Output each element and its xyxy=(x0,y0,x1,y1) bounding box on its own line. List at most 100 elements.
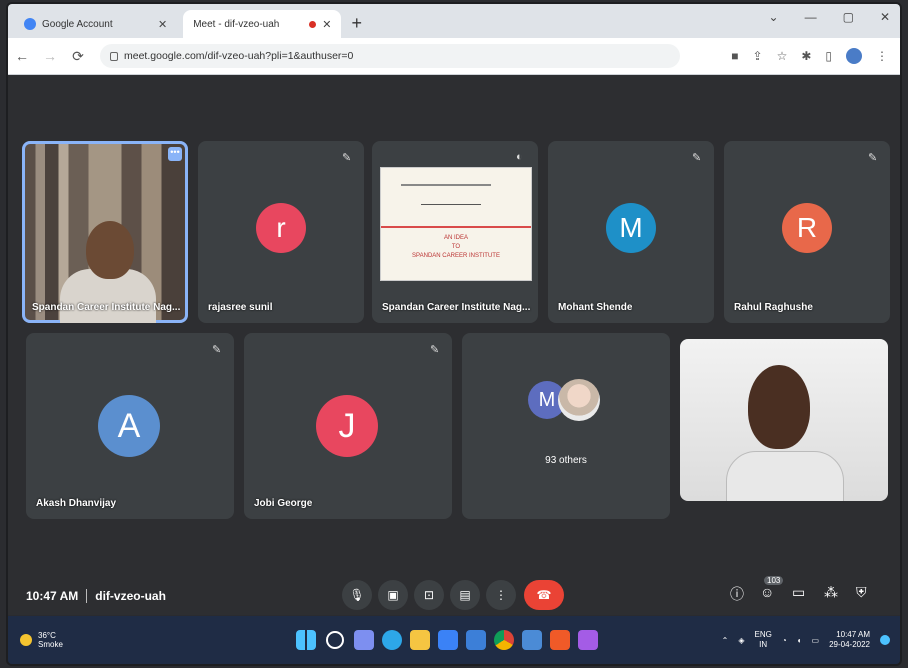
reload-icon[interactable]: ⟳ xyxy=(64,48,92,65)
address-bar[interactable]: meet.google.com/dif-vzeo-uah?pli=1&authu… xyxy=(100,44,680,68)
region-text: IN xyxy=(759,640,768,649)
forward-arrow-icon[interactable]: → xyxy=(36,48,64,64)
tab-title: Meet - dif-vzeo-uah xyxy=(193,18,280,30)
windows-start-icon[interactable] xyxy=(296,630,316,650)
mail-icon[interactable] xyxy=(466,630,486,650)
participant-tile[interactable]: ✎ R Rahul Raghushe xyxy=(724,141,890,323)
weather-sun-icon xyxy=(20,634,32,646)
people-icon: ☺ xyxy=(760,584,775,600)
toolbar-icons: ■ ⇪ ☆ ✱ ▯ ⋮ xyxy=(731,48,888,64)
chevron-down-icon[interactable]: ⌄ xyxy=(769,10,779,24)
participant-name: Rahul Raghushe xyxy=(734,302,813,313)
more-vert-icon: ⋮ xyxy=(495,588,507,602)
back-arrow-icon[interactable]: ← xyxy=(8,48,36,64)
menu-dots-icon[interactable]: ⋮ xyxy=(876,49,888,63)
volume-icon[interactable]: ◖ xyxy=(797,636,802,645)
others-tile[interactable]: M 93 others xyxy=(462,333,670,519)
chrome-icon[interactable] xyxy=(494,630,514,650)
tab-title: Google Account xyxy=(42,18,113,30)
camera-icon: ▣ xyxy=(387,588,399,602)
lock-icon xyxy=(110,51,118,61)
sidebar-icon[interactable]: ▯ xyxy=(825,49,832,63)
widgets-icon[interactable] xyxy=(354,630,374,650)
participant-name: rajasree sunil xyxy=(208,302,273,313)
google-favicon-icon xyxy=(24,18,36,30)
minimize-icon[interactable]: — xyxy=(805,10,817,24)
participant-name: Jobi George xyxy=(254,498,313,509)
close-tab-icon[interactable]: ✕ xyxy=(322,18,331,31)
participant-tile[interactable]: ✎ J Jobi George xyxy=(244,333,452,519)
present-button[interactable]: ▤ xyxy=(450,580,480,610)
mic-muted-icon: ✎ xyxy=(212,344,222,356)
tab-meet[interactable]: Meet - dif-vzeo-uah ✕ xyxy=(8,10,342,87)
maximize-icon[interactable]: ▢ xyxy=(843,10,854,24)
host-controls-icon[interactable]: ⛨ xyxy=(856,584,867,601)
leave-call-button[interactable]: ☎ xyxy=(524,580,564,610)
tab-google-account[interactable]: Google Account ✕ xyxy=(14,10,177,38)
weather-desc: Smoke xyxy=(38,640,63,649)
wifi-icon[interactable]: ◔ xyxy=(782,636,787,645)
participant-tile[interactable]: ••• Spandan Career Institute Nag... xyxy=(22,141,188,323)
bookmark-star-icon[interactable]: ☆ xyxy=(777,49,788,63)
captions-button[interactable]: ⊡ xyxy=(414,580,444,610)
person-shape xyxy=(748,365,810,449)
location-icon[interactable]: ◈ xyxy=(738,636,744,645)
meeting-code: dif-vzeo-uah xyxy=(95,589,166,603)
person-shape xyxy=(86,221,134,279)
app-icon[interactable] xyxy=(578,630,598,650)
participant-name: Akash Dhanvijay xyxy=(36,498,117,509)
close-tab-icon[interactable]: ✕ xyxy=(158,18,167,31)
weather-widget[interactable]: 36°C Smoke xyxy=(20,631,63,649)
activities-icon[interactable]: ⁂ xyxy=(824,584,838,601)
mic-muted-icon: ✎ xyxy=(342,152,352,164)
new-tab-button[interactable]: + xyxy=(351,10,362,38)
taskbar-clock[interactable]: 10:47 AM 29-04-2022 xyxy=(829,630,870,650)
participant-name: Mohant Shende xyxy=(558,302,633,313)
store-icon[interactable] xyxy=(438,630,458,650)
present-icon: ▤ xyxy=(459,588,471,602)
people-count-badge: 103 xyxy=(764,576,784,585)
more-options-button[interactable]: ⋮ xyxy=(486,580,516,610)
slide-decoration xyxy=(381,226,531,228)
slide-decoration xyxy=(421,204,481,205)
avatar: A xyxy=(98,395,160,457)
camera-indicator-icon[interactable]: ■ xyxy=(731,49,738,63)
mic-icon: 🎙 xyxy=(349,588,365,602)
participant-tile[interactable]: ✎ M Mohant Shende xyxy=(548,141,714,323)
meeting-time: 10:47 AM xyxy=(26,589,79,603)
slide-text: TO xyxy=(451,244,461,250)
participant-tile[interactable]: ✎ A Akash Dhanvijay xyxy=(26,333,234,519)
chevron-up-icon[interactable]: ⌃ xyxy=(722,636,729,645)
info-icon[interactable]: ⓘ xyxy=(730,584,744,604)
avatar: J xyxy=(316,395,378,457)
brave-icon[interactable] xyxy=(550,630,570,650)
chat-icon[interactable]: ▭ xyxy=(792,584,805,601)
screen-frame: Google Account ✕ Meet - dif-vzeo-uah ✕ +… xyxy=(8,4,900,664)
more-options-icon[interactable]: ••• xyxy=(168,147,182,161)
mic-button[interactable]: 🎙 xyxy=(342,580,372,610)
search-icon[interactable] xyxy=(326,631,344,649)
photos-icon[interactable] xyxy=(522,630,542,650)
notification-icon[interactable] xyxy=(880,635,890,645)
edge-icon[interactable] xyxy=(382,630,402,650)
participant-name: Spandan Career Institute Nag... xyxy=(382,302,531,313)
shared-slide: AN IDEA TO SPANDAN CAREER INSTITUTE xyxy=(380,167,532,281)
presentation-tile[interactable]: ◐ AN IDEA TO SPANDAN CAREER INSTITUTE Sp… xyxy=(372,141,538,323)
browser-toolbar: ← → ⟳ meet.google.com/dif-vzeo-uah?pli=1… xyxy=(8,38,900,75)
profile-avatar-icon[interactable] xyxy=(846,48,862,64)
share-icon[interactable]: ⇪ xyxy=(753,49,763,63)
avatar: M xyxy=(606,203,656,253)
battery-icon[interactable]: ▭ xyxy=(812,636,820,645)
system-tray: ⌃ ◈ ENG IN ◔ ◖ ▭ 10:47 AM 29-04-2022 xyxy=(722,630,890,650)
file-explorer-icon[interactable] xyxy=(410,630,430,650)
slide-text: AN IDEA xyxy=(443,235,468,241)
person-shape xyxy=(726,451,844,501)
participant-tile[interactable]: ✎ r rajasree sunil xyxy=(198,141,364,323)
people-button[interactable]: 103 ☺ xyxy=(760,576,784,600)
self-video-tile[interactable] xyxy=(680,339,888,501)
close-window-icon[interactable]: ✕ xyxy=(880,10,890,24)
language-indicator[interactable]: ENG IN xyxy=(754,630,771,650)
recording-dot-icon xyxy=(309,20,317,28)
camera-button[interactable]: ▣ xyxy=(378,580,408,610)
extensions-icon[interactable]: ✱ xyxy=(801,49,811,63)
